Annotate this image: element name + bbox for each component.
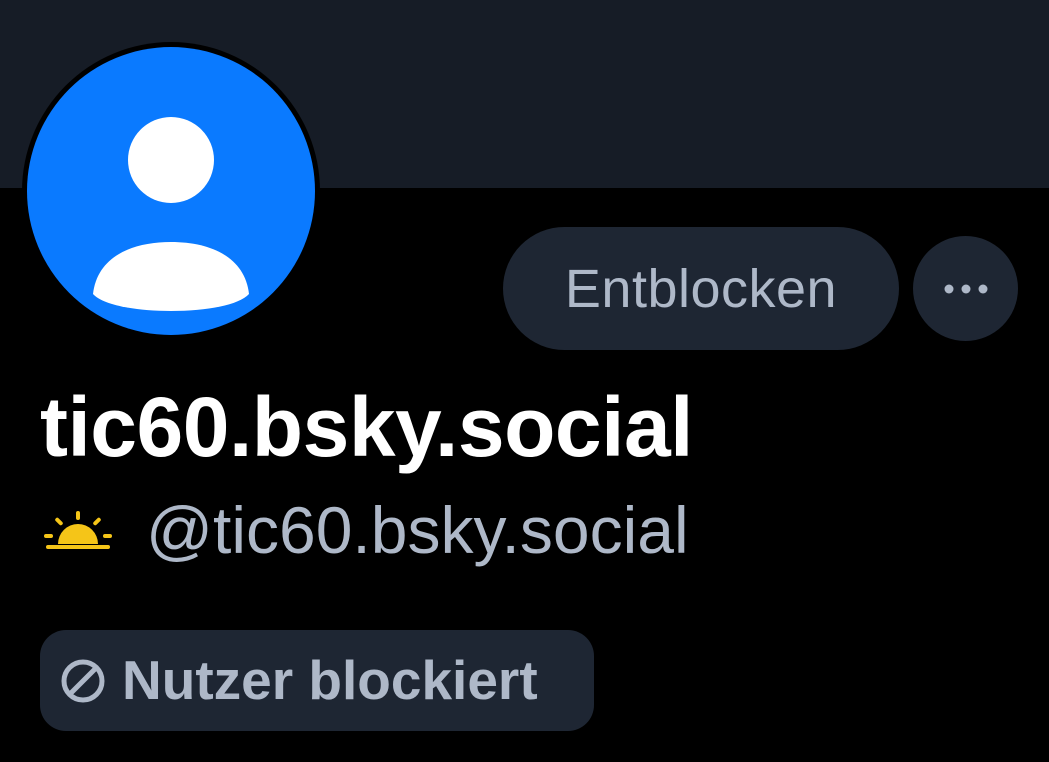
display-name: tic60.bsky.social (40, 380, 694, 474)
sunrise-icon (44, 511, 112, 549)
unblock-button[interactable]: Entblocken (503, 227, 899, 350)
profile-page: Entblocken tic60.bsky.social @tic60.bsky… (0, 0, 1049, 762)
blocked-status-badge: Nutzer blockiert (40, 630, 594, 731)
default-avatar-icon (27, 47, 315, 335)
blocked-status-label: Nutzer blockiert (122, 649, 538, 711)
handle-row: @tic60.bsky.social (44, 495, 689, 565)
ellipsis-icon (944, 284, 987, 293)
more-options-button[interactable] (913, 236, 1018, 341)
blocked-icon (61, 659, 105, 702)
profile-handle[interactable]: @tic60.bsky.social (146, 497, 689, 563)
avatar[interactable] (22, 42, 320, 340)
